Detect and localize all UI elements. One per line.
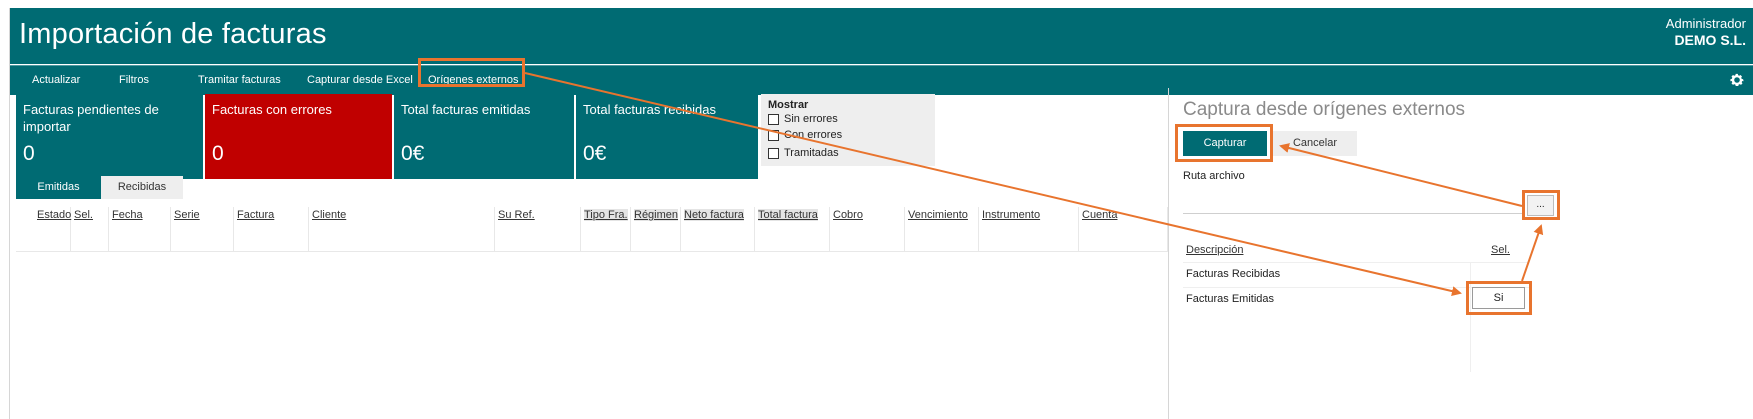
toolbar-actualizar-button[interactable]: Actualizar <box>32 74 80 86</box>
row-description: Facturas Emitidas <box>1186 293 1275 305</box>
toolbar-filtros-button[interactable]: Filtros <box>119 74 149 86</box>
column-vencimiento[interactable]: Vencimiento <box>905 207 979 251</box>
tile-label: Facturas con errores <box>212 102 332 117</box>
capture-panel-title: Captura desde orígenes externos <box>1183 99 1466 120</box>
column-cuenta[interactable]: Cuenta <box>1079 207 1168 251</box>
table-column-divider <box>1470 262 1471 372</box>
column-fecha[interactable]: Fecha <box>109 207 171 251</box>
show-filter-panel: Mostrar Sin errores Con errores Tramitad… <box>761 94 935 166</box>
column-factura[interactable]: Factura <box>234 207 309 251</box>
column-header[interactable]: Cliente <box>312 209 346 221</box>
highlight-browse <box>1522 190 1560 220</box>
column-cliente[interactable]: Cliente <box>309 207 495 251</box>
column-neto-factura[interactable]: Neto factura <box>681 207 755 251</box>
tile-errors[interactable]: Facturas con errores 0 <box>205 94 392 179</box>
toolbar: Actualizar Filtros Tramitar facturas Cap… <box>10 65 1753 95</box>
column-header[interactable]: Cobro <box>833 209 863 221</box>
tile-value: 0 <box>212 142 224 165</box>
tab-recibidas[interactable]: Recibidas <box>101 176 183 199</box>
row-description: Facturas Recibidas <box>1186 268 1281 280</box>
column-sel[interactable]: Sel. <box>1491 244 1510 256</box>
column-tipo-fra[interactable]: Tipo Fra. <box>581 207 631 251</box>
toolbar-capturar-excel-button[interactable]: Capturar desde Excel <box>307 74 413 86</box>
user-role: Administrador <box>1665 16 1746 31</box>
column-instrumento[interactable]: Instrumento <box>979 207 1079 251</box>
column-header[interactable]: Su Ref. <box>498 209 535 221</box>
company-name: DEMO S.L. <box>1674 32 1746 48</box>
tile-total-received[interactable]: Total facturas recibidas 0€ <box>576 94 758 179</box>
highlight-capturar <box>1175 124 1273 162</box>
column-serie[interactable]: Serie <box>171 207 234 251</box>
column-descripcion[interactable]: Descripción <box>1186 244 1243 256</box>
column-estado[interactable]: Estado <box>34 207 71 251</box>
checkbox[interactable] <box>768 147 779 159</box>
gear-icon[interactable] <box>1729 72 1745 88</box>
checkbox[interactable] <box>768 129 779 141</box>
column-header[interactable]: Total factura <box>758 209 818 221</box>
filter-label: Tramitadas <box>784 147 839 159</box>
column-sel[interactable]: Sel. <box>71 207 109 251</box>
tile-label: Total facturas recibidas <box>583 102 716 117</box>
column-header[interactable]: Fecha <box>112 209 143 221</box>
invoice-grid-header: Estado Sel. Fecha Serie Factura Cliente … <box>16 207 1168 251</box>
column-header[interactable]: Cuenta <box>1082 209 1117 221</box>
title-bar: Importación de facturas Administrador DE… <box>10 8 1753 64</box>
filter-tramitadas[interactable]: Tramitadas <box>768 147 839 159</box>
tile-pending-import[interactable]: Facturas pendientes de importar 0 <box>16 94 203 179</box>
column-header[interactable]: Régimen <box>634 209 679 221</box>
filter-label: Sin errores <box>784 113 838 125</box>
filter-label: Con errores <box>784 129 843 141</box>
tile-label: Facturas pendientes de importar <box>23 102 159 134</box>
column-header[interactable]: Neto factura <box>684 209 744 221</box>
page-title: Importación de facturas <box>19 18 327 50</box>
panel-divider <box>1168 88 1169 419</box>
column-header[interactable]: Factura <box>237 209 274 221</box>
highlight-si <box>1466 281 1532 315</box>
tile-value: 0€ <box>583 142 607 165</box>
tab-emitidas[interactable]: Emitidas <box>16 176 101 199</box>
path-input[interactable] <box>1183 186 1523 214</box>
column-header[interactable]: Serie <box>174 209 200 221</box>
column-cobro[interactable]: Cobro <box>830 207 905 251</box>
column-header[interactable]: Tipo Fra. <box>584 209 628 221</box>
checkbox[interactable] <box>768 113 779 125</box>
user-info[interactable]: Administrador DEMO S.L. <box>1666 16 1746 49</box>
show-filter-title: Mostrar <box>768 99 809 111</box>
cancelar-button[interactable]: Cancelar <box>1273 131 1357 156</box>
column-regimen[interactable]: Régimen <box>631 207 681 251</box>
column-header[interactable]: Vencimiento <box>908 209 968 221</box>
column-total-factura[interactable]: Total factura <box>755 207 830 251</box>
filter-sin-errores[interactable]: Sin errores <box>768 113 838 125</box>
tile-label: Total facturas emitidas <box>401 102 531 117</box>
tile-value: 0 <box>23 142 35 165</box>
toolbar-tramitar-button[interactable]: Tramitar facturas <box>198 74 281 86</box>
filter-con-errores[interactable]: Con errores <box>768 129 842 141</box>
tile-value: 0€ <box>401 142 425 165</box>
column-header[interactable]: Estado <box>37 209 71 221</box>
column-header[interactable]: Instrumento <box>982 209 1040 221</box>
highlight-origenes-externos <box>418 58 525 87</box>
column-su-ref[interactable]: Su Ref. <box>495 207 581 251</box>
path-label: Ruta archivo <box>1183 170 1245 182</box>
column-header[interactable]: Sel. <box>74 209 93 221</box>
grid-divider <box>16 251 1168 252</box>
tile-total-issued[interactable]: Total facturas emitidas 0€ <box>394 94 574 179</box>
